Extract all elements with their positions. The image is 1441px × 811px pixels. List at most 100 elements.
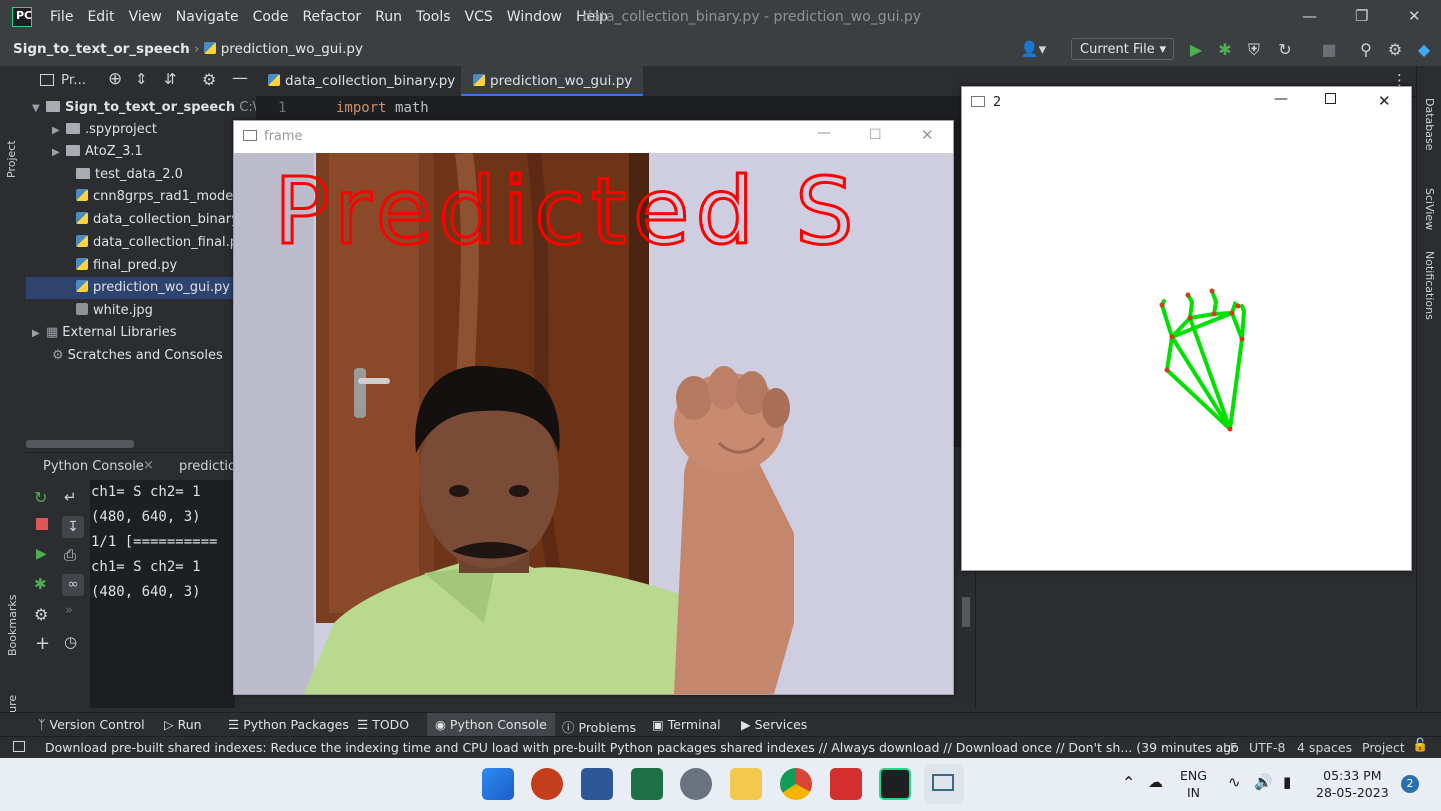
menu-navigate[interactable]: Navigate [176, 9, 239, 25]
variables-icon[interactable]: ∞ [62, 574, 84, 596]
chevron-up-icon[interactable]: ⌃ [1122, 773, 1135, 792]
menu-vcs[interactable]: VCS [465, 9, 493, 25]
notification-badge[interactable]: 2 [1401, 775, 1419, 793]
breadcrumb-file[interactable]: prediction_wo_gui.py [221, 41, 363, 57]
minimize-icon[interactable]: — [1274, 91, 1288, 107]
restore-icon[interactable]: ❐ [1355, 7, 1368, 25]
word-icon[interactable] [581, 768, 613, 800]
chrome-icon[interactable] [780, 768, 812, 800]
sciview-tool-tab[interactable]: SciView [1423, 188, 1436, 230]
profile-icon[interactable]: ↻ [1274, 39, 1296, 61]
cloud-icon[interactable]: ☁ [1148, 773, 1163, 791]
minimize-icon[interactable]: — [817, 125, 831, 141]
console-output[interactable]: ch1= S ch2= 1 (480, 640, 3) 1/1 [=======… [90, 480, 235, 708]
search-icon[interactable]: ⚲ [1355, 39, 1377, 61]
tab-data-collection-binary[interactable]: data_collection_binary.py × [256, 66, 461, 119]
notifications-tool-tab[interactable]: Notifications [1423, 251, 1436, 320]
user-icon[interactable]: 👤▾ [1020, 40, 1046, 58]
panel-toggle-icon[interactable] [13, 741, 25, 752]
menu-code[interactable]: Code [253, 9, 289, 25]
add-icon[interactable]: + [35, 633, 50, 654]
python-window-icon[interactable] [924, 764, 964, 804]
acrobat-icon[interactable] [830, 768, 862, 800]
menu-view[interactable]: View [129, 9, 162, 25]
tree-external-libraries[interactable]: ▶ ▦ External Libraries [26, 322, 262, 344]
menu-refactor[interactable]: Refactor [302, 9, 361, 25]
menu-file[interactable]: File [50, 9, 73, 25]
locate-icon[interactable]: ⊕ [108, 69, 122, 89]
gear-icon[interactable]: ⚙ [202, 70, 216, 89]
close-icon[interactable]: ✕ [1408, 7, 1421, 25]
menu-run[interactable]: Run [375, 9, 402, 25]
run-icon[interactable]: ▶ [36, 546, 47, 562]
run-config-select[interactable]: Current File ▾ [1071, 38, 1174, 60]
stop-icon[interactable]: ■ [1318, 39, 1340, 61]
status-message[interactable]: Download pre-built shared indexes: Reduc… [45, 740, 1239, 755]
tab-python-console[interactable]: Python Console [43, 459, 144, 474]
collapse-all-icon[interactable]: ⇵ [164, 70, 177, 88]
settings-icon[interactable] [680, 768, 712, 800]
language-indicator[interactable]: ENG IN [1180, 767, 1207, 801]
horizontal-scrollbar[interactable] [26, 440, 134, 448]
maximize-icon[interactable]: ☐ [869, 127, 882, 143]
tab-python-console-active[interactable]: ◉ Python Console [427, 713, 555, 737]
forward-icon[interactable]: » [65, 603, 73, 618]
breadcrumb-project[interactable]: Sign_to_text_or_speech [13, 41, 190, 57]
lock-icon[interactable]: 🔓 [1412, 738, 1428, 753]
tree-root[interactable]: ▼Sign_to_text_or_speech C:\Us [26, 97, 262, 119]
tab-prediction-console[interactable]: predictio [179, 459, 236, 474]
indent-setting[interactable]: 4 spaces [1297, 740, 1352, 755]
expand-all-icon[interactable]: ⇕ [135, 70, 148, 88]
plugin-icon[interactable]: ◆ [1413, 39, 1435, 61]
database-tool-tab[interactable]: Database [1423, 98, 1436, 151]
clock[interactable]: 05:33 PM 28-05-2023 [1316, 767, 1389, 801]
project-tool-tab[interactable]: Project [5, 140, 18, 178]
frame-titlebar[interactable]: frame — ☐ ✕ [234, 121, 953, 153]
file-encoding[interactable]: UTF-8 [1249, 740, 1285, 755]
close-icon[interactable]: ✕ [921, 126, 934, 144]
debug-icon[interactable]: ✱ [34, 575, 47, 593]
tab-run[interactable]: ▷ Run [164, 717, 202, 732]
menu-edit[interactable]: Edit [87, 9, 114, 25]
coverage-icon[interactable]: ⛨ [1243, 39, 1265, 61]
maximize-icon[interactable] [1325, 93, 1336, 104]
tab-services[interactable]: ▶ Services [741, 717, 807, 732]
battery-icon[interactable]: ▮ [1283, 773, 1291, 791]
tab-terminal[interactable]: ▣ Terminal [652, 717, 721, 732]
skeleton-window: 2 — ✕ [961, 86, 1412, 571]
powerpoint-icon[interactable] [531, 768, 563, 800]
history-icon[interactable]: ◷ [64, 633, 77, 651]
tab-todo[interactable]: ☰ TODO [357, 717, 409, 732]
tab-problems[interactable]: ⓘ Problems [562, 717, 636, 736]
skeleton-titlebar[interactable]: 2 — ✕ [962, 87, 1411, 119]
minimize-icon[interactable]: — [1302, 7, 1317, 25]
editor-scrollbar[interactable] [962, 597, 970, 627]
tab-python-packages[interactable]: ☰ Python Packages [228, 717, 349, 732]
pycharm-icon[interactable] [879, 768, 911, 800]
tab-version-control[interactable]: ᛉ Version Control [38, 717, 145, 732]
close-tab-icon[interactable]: × [143, 458, 154, 473]
wifi-icon[interactable]: ∿ [1228, 773, 1241, 791]
bookmarks-tool-tab[interactable]: Bookmarks [6, 595, 19, 656]
close-icon[interactable]: ✕ [1378, 92, 1391, 110]
line-separator[interactable]: LF [1223, 740, 1237, 755]
print-icon[interactable]: ⎙ [64, 546, 76, 564]
tab-prediction-wo-gui[interactable]: prediction_wo_gui.py × [461, 66, 643, 119]
volume-icon[interactable]: 🔊 [1254, 773, 1273, 791]
menu-window[interactable]: Window [507, 9, 562, 25]
settings-icon[interactable]: ⚙ [1384, 39, 1406, 61]
scroll-end-icon[interactable]: ↧ [62, 516, 84, 538]
start-icon[interactable] [482, 768, 514, 800]
soft-wrap-icon[interactable]: ↵ [64, 488, 77, 506]
debug-icon[interactable]: ✱ [1214, 39, 1236, 61]
excel-icon[interactable] [631, 768, 663, 800]
hide-panel-icon[interactable]: — [232, 68, 248, 87]
scope-selector[interactable]: Project [1362, 740, 1405, 755]
file-explorer-icon[interactable] [730, 768, 762, 800]
stop-icon[interactable] [36, 518, 48, 530]
project-panel-title[interactable]: Pr... [61, 72, 86, 88]
run-icon[interactable]: ▶ [1185, 39, 1207, 61]
menu-tools[interactable]: Tools [416, 9, 451, 25]
settings-icon[interactable]: ⚙ [34, 605, 48, 624]
rerun-icon[interactable]: ↻ [34, 488, 47, 507]
